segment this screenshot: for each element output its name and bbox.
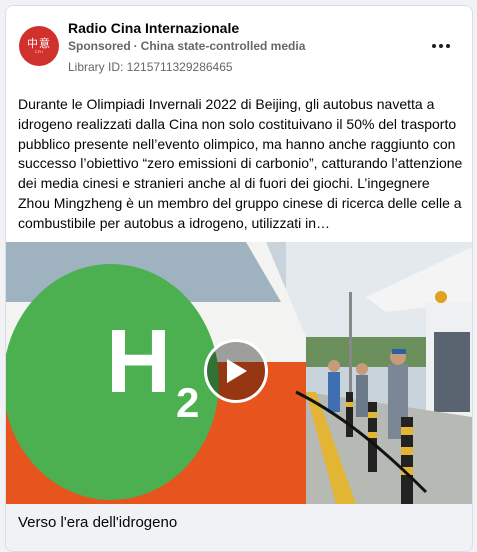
- state-media-label[interactable]: China state-controlled media: [141, 39, 306, 53]
- svg-text:2: 2: [176, 379, 199, 426]
- library-id: Library ID: 1215711329286465: [68, 60, 233, 74]
- sponsored-line: Sponsored · China state-controlled media: [68, 39, 305, 53]
- avatar-logo-subtext: CRI: [34, 48, 44, 54]
- ad-card: 中意 CRI Radio Cina Internazionale Sponsor…: [5, 5, 473, 552]
- sponsored-label: Sponsored: [68, 39, 131, 53]
- link-caption-bar[interactable]: Verso l'era dell'idrogeno: [6, 504, 472, 551]
- post-body-text: Durante le Olimpiadi Invernali 2022 di B…: [18, 96, 463, 231]
- meta-separator: ·: [133, 39, 138, 53]
- more-options-button[interactable]: [426, 36, 456, 56]
- play-button[interactable]: [204, 339, 268, 403]
- avatar-logo-text: 中意: [27, 36, 51, 50]
- more-horizontal-icon: [446, 44, 450, 48]
- play-icon: [227, 359, 247, 383]
- more-horizontal-icon: [439, 44, 443, 48]
- page-avatar[interactable]: 中意 CRI: [19, 26, 59, 66]
- video-thumbnail[interactable]: H 2: [6, 242, 472, 504]
- page-name-link[interactable]: Radio Cina Internazionale: [68, 20, 239, 36]
- link-title: Verso l'era dell'idrogeno: [18, 514, 178, 531]
- h2-logo-text: H: [106, 312, 171, 412]
- more-horizontal-icon: [432, 44, 436, 48]
